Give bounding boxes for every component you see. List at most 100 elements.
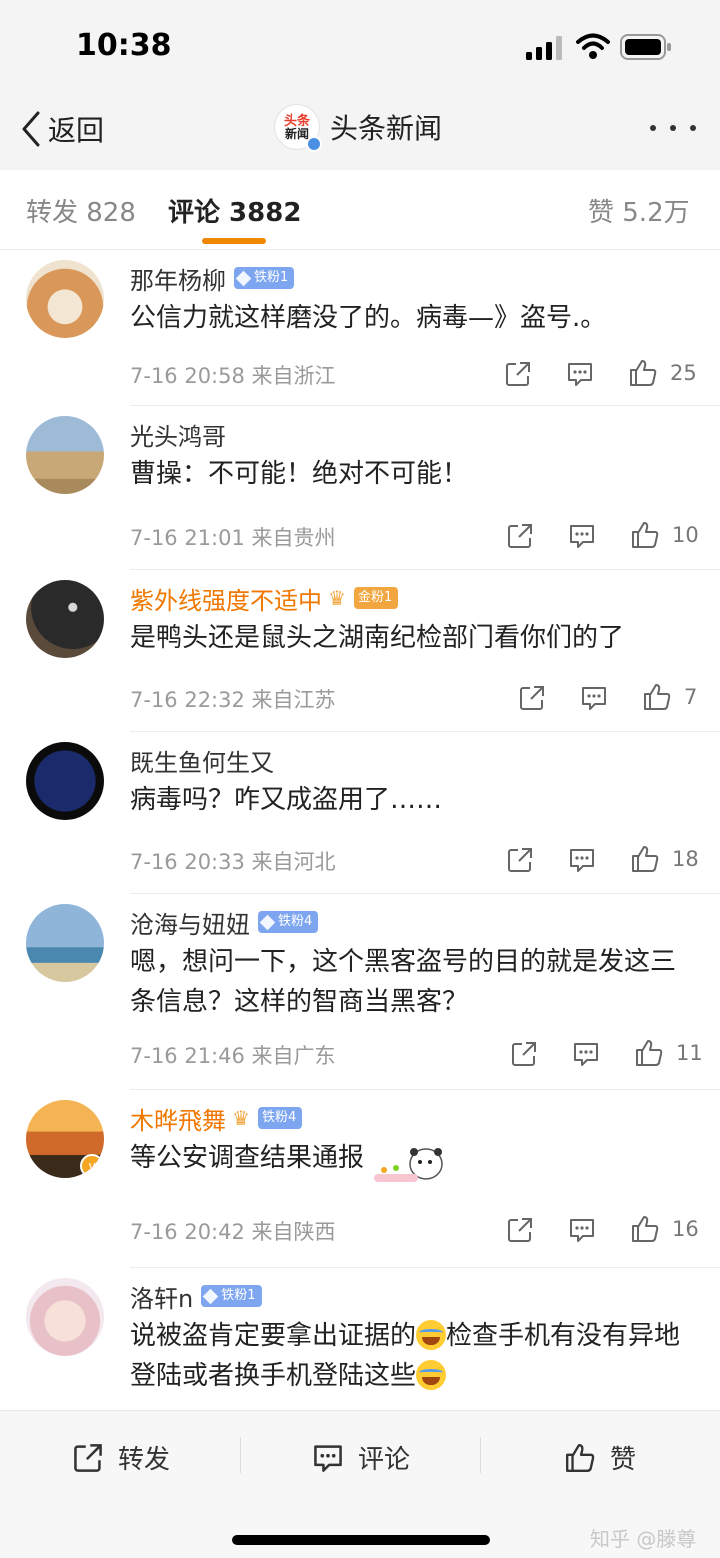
diamond-icon (202, 1288, 219, 1304)
avatar[interactable] (26, 1278, 104, 1356)
reply-button[interactable] (568, 522, 596, 554)
username[interactable]: 光头鸿哥 (130, 417, 226, 452)
reply-button[interactable] (580, 684, 608, 716)
like-count: 10 (672, 523, 699, 547)
comment-meta: 7-16 21:01 来自贵州 (130, 526, 336, 550)
comment-item: 紫外线强度不适中 ♛ 金粉1 是鸭头还是鼠头之湖南纪检部门看你们的了 7-16 … (0, 570, 720, 732)
reply-button[interactable] (566, 360, 594, 392)
status-bar: 10:38 (0, 0, 720, 92)
separator (480, 1437, 481, 1473)
repost-button[interactable]: 转发 (72, 1439, 170, 1476)
fan-badge: 铁粉1 (201, 1285, 262, 1307)
diamond-icon (259, 914, 276, 930)
crown-icon: ♛ (328, 586, 346, 610)
page-title: 头条新闻 (330, 112, 443, 145)
share-button[interactable] (506, 522, 534, 554)
logo-text-bottom: 新闻 (284, 126, 309, 141)
comment-text: 曹操：不可能！绝对不可能！ (130, 459, 469, 489)
reply-button[interactable] (568, 1216, 596, 1248)
share-button[interactable] (518, 684, 546, 716)
comment-icon (574, 1043, 598, 1066)
username[interactable]: 沧海与妞妞 (130, 905, 250, 940)
thumbs-up-icon (630, 360, 657, 386)
like-post-button[interactable]: 赞 (564, 1439, 636, 1476)
like-count: 11 (676, 1041, 703, 1065)
cellular-signal-icon (526, 36, 562, 60)
like-button[interactable]: 16 (630, 1214, 699, 1244)
comment-item: 那年杨柳 铁粉1 公信力就这样磨没了的。病毒—》盗号.。 7-16 20:58 … (0, 250, 720, 406)
status-time: 10:38 (76, 28, 172, 63)
like-button[interactable]: 7 (642, 682, 697, 712)
fan-badge: 铁粉4 (257, 1107, 303, 1129)
share-icon (508, 848, 532, 872)
tab-bar: 转发 828 评论 3882 赞 5.2万 (0, 170, 720, 250)
comment-meta: 7-16 21:46 来自广东 (130, 1044, 336, 1068)
like-button[interactable]: 10 (630, 520, 699, 550)
username[interactable]: 木晔飛舞 (130, 1101, 226, 1136)
share-icon (506, 362, 530, 386)
avatar[interactable] (26, 416, 104, 494)
comment-item: 光头鸿哥 曹操：不可能！绝对不可能！ 7-16 21:01 来自贵州 10 (0, 406, 720, 570)
fan-badge: 金粉1 (353, 587, 399, 609)
reply-button[interactable] (572, 1040, 600, 1072)
avatar[interactable] (26, 904, 104, 982)
avatar[interactable] (26, 260, 104, 338)
comment-item: v 木晔飛舞 ♛ 铁粉4 等公安调查结果通报 7-16 20:42 来自陕西 1… (0, 1090, 720, 1268)
home-indicator[interactable] (232, 1535, 490, 1545)
username[interactable]: 洛轩n (130, 1279, 193, 1314)
comment-text: 病毒吗？咋又成盗用了…… (130, 785, 443, 815)
thumbs-up-icon (632, 846, 659, 872)
share-icon (508, 524, 532, 548)
avatar[interactable] (26, 580, 104, 658)
share-icon (74, 1443, 102, 1472)
like-count: 7 (684, 685, 698, 709)
share-button[interactable] (506, 1216, 534, 1248)
comment-icon (570, 525, 594, 548)
avatar[interactable]: v (26, 1100, 104, 1178)
like-button[interactable]: 25 (628, 358, 697, 388)
like-count: 16 (672, 1217, 699, 1241)
thumbs-up-icon (632, 522, 659, 548)
sticker-image (374, 1148, 443, 1182)
thumbs-up-icon (566, 1443, 595, 1472)
comment-list: 那年杨柳 铁粉1 公信力就这样磨没了的。病毒—》盗号.。 7-16 20:58 … (0, 250, 720, 1398)
comment-meta: 7-16 20:33 来自河北 (130, 850, 336, 874)
verified-icon: v (80, 1154, 104, 1178)
username[interactable]: 那年杨柳 (130, 261, 226, 296)
watermark: 知乎 @滕尊 (590, 1527, 697, 1551)
crown-icon: ♛ (232, 1106, 250, 1130)
more-options-icon[interactable] (650, 118, 696, 138)
bottom-action-bar: 转发 评论 赞 知乎 @滕尊 (0, 1410, 720, 1558)
thumbs-up-icon (644, 684, 671, 710)
comment-label: 评论 (358, 1445, 411, 1475)
comment-item: 沧海与妞妞 铁粉4 嗯，想问一下，这个黑客盗号的目的就是发这三条信息？这样的智商… (0, 894, 720, 1090)
avatar[interactable] (26, 742, 104, 820)
tab-repost[interactable]: 转发 828 (26, 192, 136, 229)
comment-icon (570, 1219, 594, 1242)
reply-button[interactable] (568, 846, 596, 878)
tab-like[interactable]: 赞 5.2万 (588, 192, 690, 229)
laugh-cry-emoji (416, 1320, 447, 1350)
share-icon (508, 1218, 532, 1242)
share-button[interactable] (506, 846, 534, 878)
comment-meta: 7-16 20:42 来自陕西 (130, 1220, 336, 1244)
repost-label: 转发 (118, 1445, 171, 1475)
laugh-cry-emoji (416, 1360, 447, 1390)
username[interactable]: 紫外线强度不适中 (130, 581, 322, 616)
share-button[interactable] (510, 1040, 538, 1072)
fan-badge: 铁粉4 (258, 911, 319, 933)
account-header[interactable]: 头条 新闻 头条新闻 (274, 104, 443, 152)
share-button[interactable] (504, 360, 532, 392)
like-button[interactable]: 18 (630, 844, 699, 874)
like-button[interactable]: 11 (634, 1038, 703, 1068)
like-count: 25 (670, 361, 697, 385)
tab-comment[interactable]: 评论 3882 (168, 192, 301, 229)
username[interactable]: 既生鱼何生又 (130, 743, 274, 778)
back-button[interactable]: 返回 (18, 104, 104, 154)
verified-icon (306, 136, 322, 152)
comment-icon (570, 849, 594, 872)
wifi-icon (576, 33, 610, 59)
tab-indicator (202, 238, 266, 244)
comment-text: 嗯，想问一下，这个黑客盗号的目的就是发这三条信息？这样的智商当黑客？ (130, 947, 677, 1017)
comment-button[interactable]: 评论 (312, 1439, 410, 1476)
